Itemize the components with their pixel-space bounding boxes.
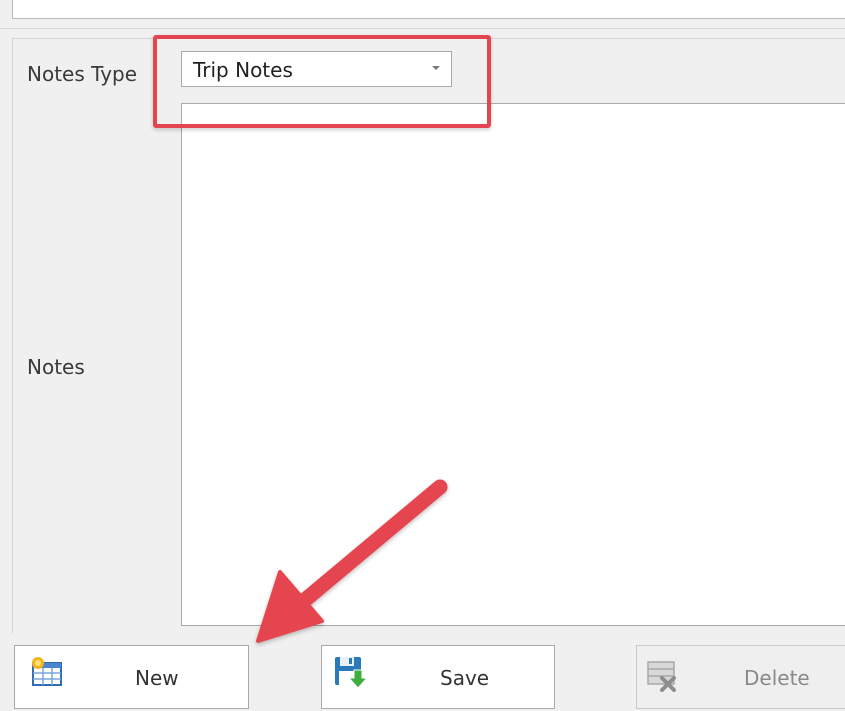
delete-button-label: Delete — [744, 666, 810, 690]
chevron-down-icon[interactable] — [432, 66, 440, 70]
new-button[interactable]: New — [14, 645, 249, 709]
delete-button[interactable]: Delete — [636, 645, 845, 709]
save-disk-icon — [335, 657, 368, 689]
notes-form-window: Notes Type Trip Notes Notes New Save Del… — [0, 0, 845, 711]
delete-record-icon — [647, 661, 676, 692]
previous-section — [0, 0, 845, 29]
notes-type-dropdown[interactable]: Trip Notes — [181, 51, 452, 87]
notes-label: Notes — [27, 355, 85, 379]
new-button-label: New — [135, 666, 179, 690]
notes-textarea[interactable] — [181, 103, 845, 626]
notes-type-selected-value: Trip Notes — [193, 58, 293, 82]
save-button[interactable]: Save — [321, 645, 555, 709]
notes-type-label: Notes Type — [27, 62, 138, 86]
previous-field[interactable] — [12, 0, 845, 19]
save-button-label: Save — [440, 666, 490, 690]
new-record-icon — [32, 657, 62, 686]
